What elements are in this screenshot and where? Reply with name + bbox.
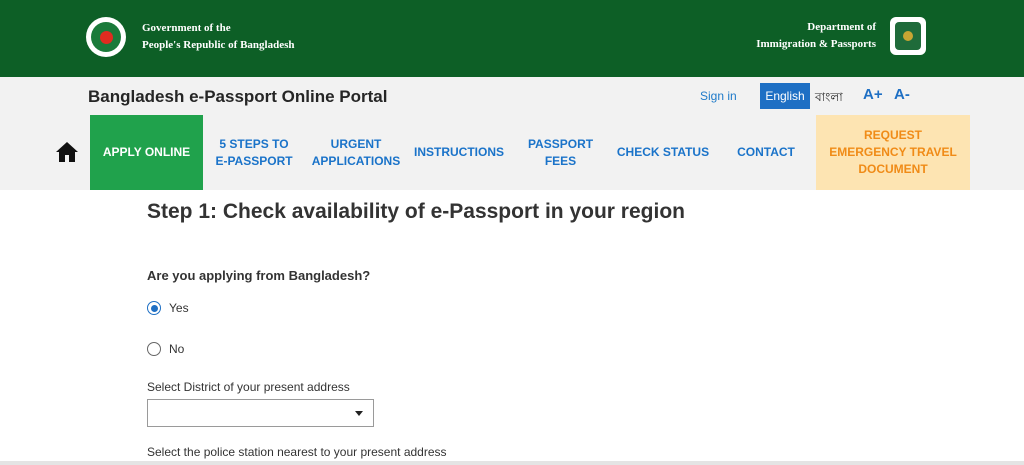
department-brand[interactable]: Department of Immigration & Passports	[756, 17, 926, 55]
page-title: Step 1: Check availability of e-Passport…	[147, 200, 685, 223]
home-icon[interactable]	[55, 140, 79, 164]
nav-apply-online[interactable]: APPLY ONLINE	[90, 115, 203, 190]
nav-apply-online-label: APPLY ONLINE	[102, 145, 191, 159]
language-english-button[interactable]: English	[760, 83, 810, 109]
nav-emergency-line-2: EMERGENCY TRAVEL	[829, 145, 957, 159]
nav-emergency-line-1: REQUEST	[863, 128, 922, 142]
nav-fees-label: PASSPORT FEES	[528, 136, 593, 170]
nav-5-steps-label: 5 STEPS TO E-PASSPORT	[215, 136, 292, 170]
language-bangla-button[interactable]: বাংলা	[815, 89, 843, 109]
bottom-divider	[0, 461, 1024, 465]
nav-check-status[interactable]: CHECK STATUS	[610, 115, 716, 190]
nav-fees-line-1: PASSPORT	[527, 136, 594, 151]
nav-urgent-line-2: APPLICATIONS	[311, 153, 401, 168]
nav-5-steps-line-1: 5 STEPS TO	[219, 136, 289, 151]
applying-from-question: Are you applying from Bangladesh?	[147, 268, 371, 283]
nav-emergency-travel-document[interactable]: REQUEST EMERGENCY TRAVEL DOCUMENT	[816, 115, 970, 190]
radio-option-yes[interactable]: Yes	[147, 301, 189, 315]
nav-emergency-label: REQUEST EMERGENCY TRAVEL DOCUMENT	[829, 127, 957, 178]
radio-checked-icon[interactable]	[147, 301, 161, 315]
nav-contact-label: CONTACT	[737, 145, 795, 159]
bangladesh-emblem-icon	[86, 17, 126, 57]
gov-line-2: People's Republic of Bangladesh	[142, 39, 295, 51]
radio-yes-label: Yes	[169, 301, 189, 315]
dip-logo-icon	[890, 17, 926, 55]
nav-contact[interactable]: CONTACT	[716, 115, 816, 190]
nav-fees-line-2: FEES	[544, 153, 577, 168]
radio-option-no[interactable]: No	[147, 342, 184, 356]
government-brand[interactable]: Government of the People's Republic of B…	[86, 17, 295, 57]
font-decrease-button[interactable]: A-	[894, 86, 910, 103]
radio-unchecked-icon[interactable]	[147, 342, 161, 356]
district-label: Select District of your present address	[147, 380, 350, 394]
portal-title: Bangladesh e-Passport Online Portal	[88, 87, 388, 106]
nav-urgent-applications[interactable]: URGENT APPLICATIONS	[305, 115, 407, 190]
government-text: Government of the People's Republic of B…	[142, 20, 295, 54]
dept-line-2: Immigration & Passports	[756, 38, 876, 50]
nav-emergency-line-3: DOCUMENT	[858, 162, 928, 176]
nav-5-steps[interactable]: 5 STEPS TO E-PASSPORT	[203, 115, 305, 190]
signin-link[interactable]: Sign in	[700, 89, 737, 103]
dept-line-1: Department of	[807, 21, 876, 33]
nav-passport-fees[interactable]: PASSPORT FEES	[511, 115, 610, 190]
font-increase-button[interactable]: A+	[863, 86, 883, 103]
government-header: Government of the People's Republic of B…	[0, 0, 1024, 77]
portal-bar: Bangladesh e-Passport Online Portal Sign…	[0, 77, 1024, 190]
nav-5-steps-line-2: E-PASSPORT	[215, 153, 293, 168]
nav-urgent-line-1: URGENT	[330, 136, 382, 151]
nav-instructions-label: INSTRUCTIONS	[414, 145, 504, 159]
district-select[interactable]	[147, 399, 374, 427]
caret-down-icon	[355, 411, 363, 416]
department-text: Department of Immigration & Passports	[756, 19, 876, 53]
radio-no-label: No	[169, 342, 185, 356]
nav-instructions[interactable]: INSTRUCTIONS	[407, 115, 511, 190]
nav-check-status-label: CHECK STATUS	[616, 145, 710, 159]
police-station-label: Select the police station nearest to you…	[147, 445, 447, 459]
nav-urgent-label: URGENT APPLICATIONS	[312, 136, 400, 170]
gov-line-1: Government of the	[142, 22, 231, 34]
